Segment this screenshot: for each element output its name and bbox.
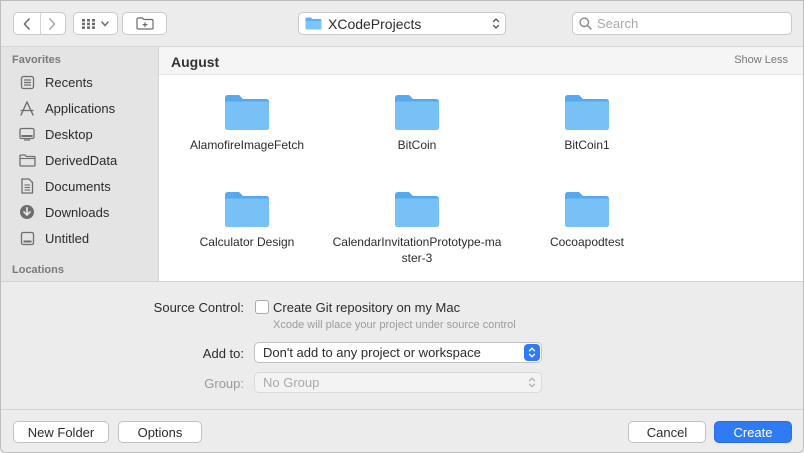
forward-button[interactable] (40, 13, 66, 34)
add-to-value: Don't add to any project or workspace (263, 345, 481, 360)
folder-name: Calculator Design (199, 235, 295, 249)
group-popup[interactable]: No Group (254, 372, 542, 393)
folder-name: CalendarInvitationPrototype-master-3 (332, 235, 502, 265)
location-label: XCodeProjects (328, 15, 422, 32)
sidebar-item-downloads[interactable]: Downloads (18, 201, 158, 223)
toolbar: XCodeProjects (1, 1, 803, 47)
folder-icon (395, 95, 439, 130)
folder-item[interactable]: AlamofireImageFetch (162, 93, 332, 153)
sidebar-item-deriveddata[interactable]: DerivedData (18, 149, 158, 171)
folder-icon (225, 95, 269, 130)
drive-icon (18, 229, 36, 247)
folder-icon (225, 192, 269, 227)
group-label: Group: (204, 376, 244, 391)
source-control-label: Source Control: (153, 300, 244, 315)
downloads-icon (18, 203, 36, 221)
add-to-popup[interactable]: Don't add to any project or workspace (254, 342, 542, 363)
chevron-left-icon (23, 17, 30, 30)
sidebar-item-label: Desktop (45, 126, 93, 142)
grid-view-icon (82, 18, 95, 29)
locations-heading: Locations (12, 264, 64, 276)
group-value: No Group (263, 375, 320, 390)
back-button[interactable] (14, 13, 40, 34)
folder-item[interactable]: BitCoin (332, 93, 502, 153)
folder-name: Cocoapodtest (549, 235, 625, 249)
new-folder-button[interactable]: New Folder (13, 421, 109, 443)
sidebar-item-recents[interactable]: Recents (18, 71, 158, 93)
new-folder-icon (135, 17, 154, 30)
footer: New Folder Options Cancel Create (1, 409, 803, 452)
recents-icon (18, 73, 36, 91)
group-header: August Show Less (159, 47, 803, 75)
create-button[interactable]: Create (714, 421, 792, 443)
popup-arrows-icon (492, 18, 500, 29)
search-field[interactable] (572, 12, 792, 35)
desktop-icon (18, 125, 36, 143)
sidebar-item-label: Documents (45, 178, 111, 194)
sidebar-item-documents[interactable]: Documents (18, 175, 158, 197)
folder-icon (395, 192, 439, 227)
folder-item[interactable]: CalendarInvitationPrototype-master-3 (322, 190, 512, 266)
documents-icon (18, 177, 36, 195)
folder-icon (305, 17, 322, 30)
folder-item[interactable]: Calculator Design (162, 190, 332, 250)
sidebar-item-desktop[interactable]: Desktop (18, 123, 158, 145)
source-control-hint: Xcode will place your project under sour… (273, 319, 516, 331)
favorites-heading: Favorites (12, 54, 61, 66)
file-browser: August Show Less AlamofireImageFetch Bit… (159, 47, 803, 281)
sidebar-item-untitled[interactable]: Untitled (18, 227, 158, 249)
save-dialog: XCodeProjects Favorites Recents (0, 0, 804, 453)
sidebar-item-label: Downloads (45, 204, 110, 220)
folder-icon (565, 95, 609, 130)
folder-item[interactable]: BitCoin1 (502, 93, 672, 153)
view-options-button[interactable] (73, 12, 118, 35)
applications-icon (18, 99, 36, 117)
folder-item[interactable]: Cocoapodtest (502, 190, 672, 250)
add-to-label: Add to: (202, 346, 244, 361)
options-panel: Source Control: Create Git repository on… (1, 281, 803, 409)
popup-arrows-icon (524, 374, 540, 391)
sidebar: Favorites Recents Applications Desktop D… (1, 47, 159, 281)
chevron-down-icon (101, 20, 109, 27)
sidebar-item-applications[interactable]: Applications (18, 97, 158, 119)
search-icon (579, 17, 592, 30)
location-popup[interactable]: XCodeProjects (298, 12, 506, 35)
folder-name: BitCoin1 (564, 138, 610, 152)
popup-arrows-icon (524, 344, 540, 361)
new-folder-toolbar-button[interactable] (122, 12, 167, 35)
sidebar-item-label: Applications (45, 100, 116, 116)
show-less-button[interactable]: Show Less (734, 54, 788, 66)
sidebar-item-label: DerivedData (45, 152, 118, 168)
sidebar-item-label: Untitled (45, 230, 90, 246)
folder-name: BitCoin (397, 138, 437, 152)
cancel-button[interactable]: Cancel (628, 421, 706, 443)
options-button[interactable]: Options (118, 421, 202, 443)
folder-name: AlamofireImageFetch (189, 138, 305, 152)
create-git-checkbox[interactable] (255, 300, 269, 314)
search-input[interactable] (597, 16, 777, 31)
create-git-label[interactable]: Create Git repository on my Mac (273, 300, 460, 315)
chevron-right-icon (49, 17, 56, 30)
folder-icon (18, 151, 36, 169)
back-forward-control (13, 12, 66, 35)
folder-icon (565, 192, 609, 227)
sidebar-item-label: Recents (45, 74, 93, 90)
group-title: August (171, 54, 220, 70)
